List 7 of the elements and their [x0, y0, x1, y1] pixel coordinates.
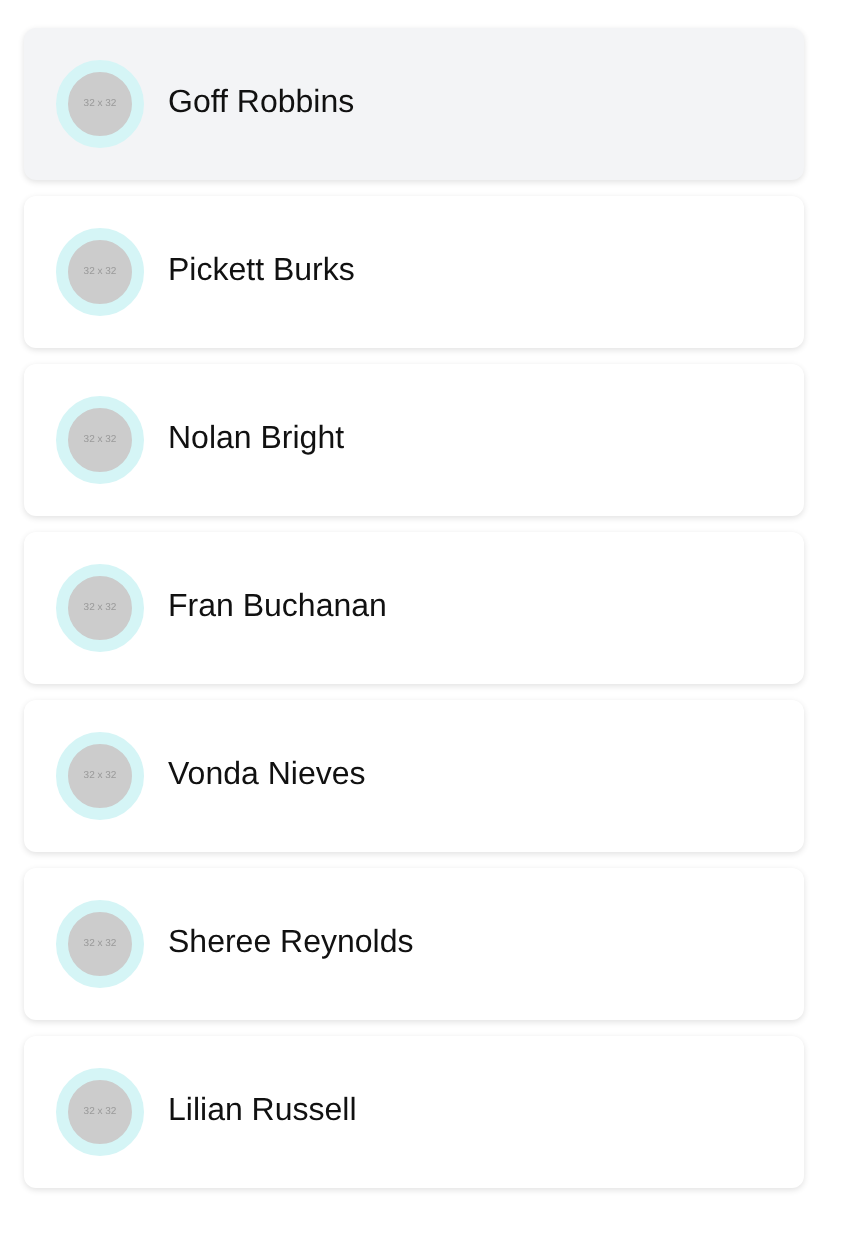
- contact-name: Pickett Burks: [168, 254, 355, 290]
- contact-name: Nolan Bright: [168, 422, 345, 458]
- contact-name: Fran Buchanan: [168, 590, 387, 626]
- contact-name: Sheree Reynolds: [168, 926, 414, 962]
- contact-name: Goff Robbins: [168, 86, 355, 122]
- contact-name: Lilian Russell: [168, 1094, 357, 1130]
- contact-name: Vonda Nieves: [168, 758, 366, 794]
